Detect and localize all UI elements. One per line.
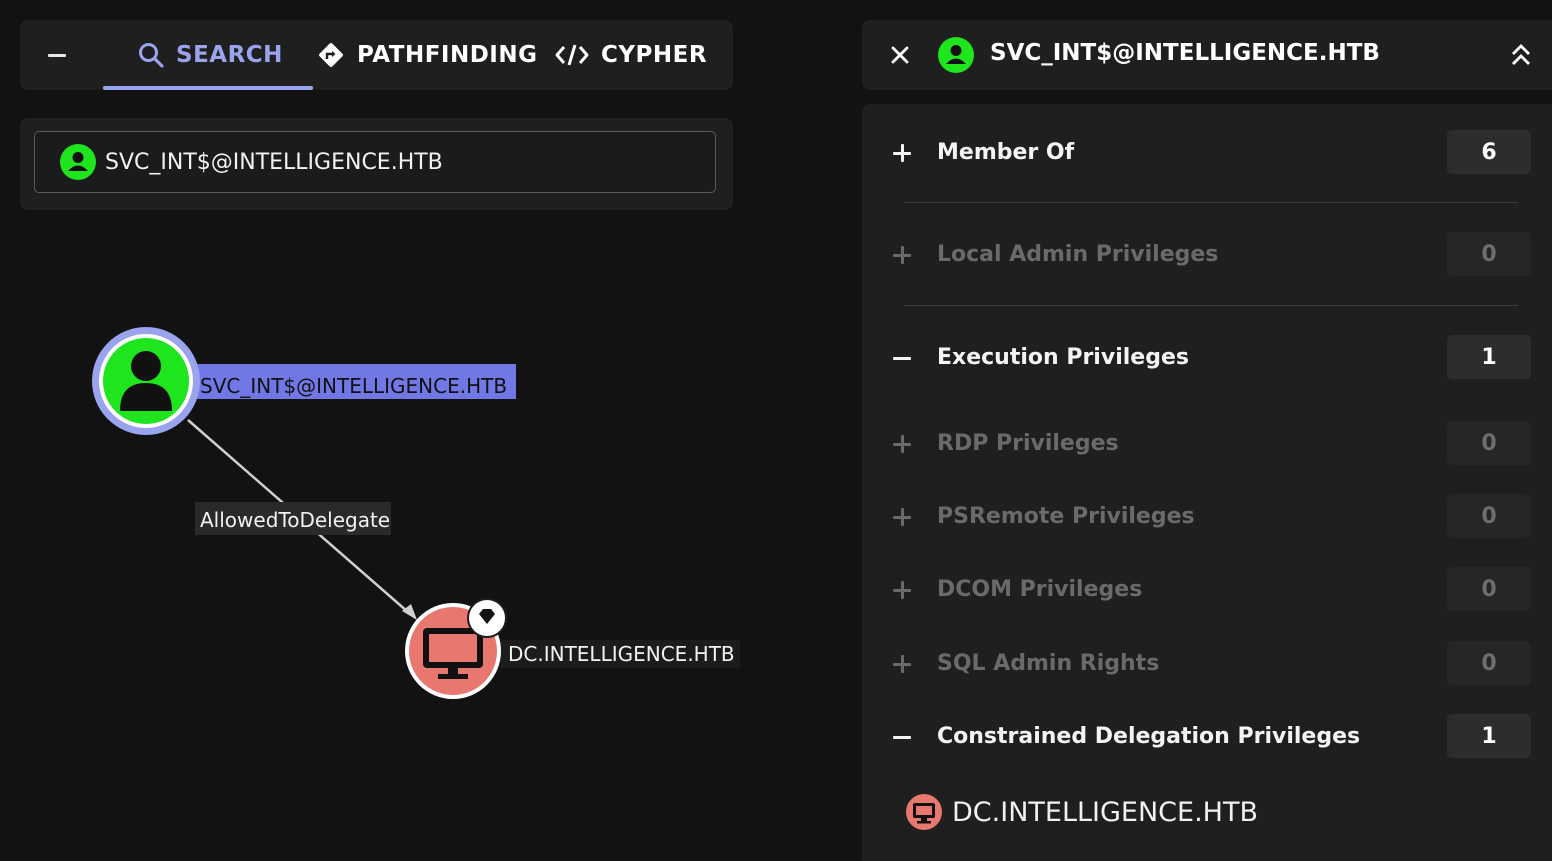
divider — [904, 305, 1518, 306]
tab-cypher[interactable]: CYPHER — [555, 20, 707, 90]
section-label: SQL Admin Rights — [937, 651, 1160, 676]
section-member-of[interactable]: Member Of 6 — [862, 130, 1552, 180]
section-dcom[interactable]: DCOM Privileges 0 — [862, 567, 1552, 617]
monitor-icon — [906, 794, 942, 830]
expand-icon — [892, 434, 912, 454]
result-item[interactable]: DC.INTELLIGENCE.HTB — [906, 794, 1258, 830]
section-sql-admin[interactable]: SQL Admin Rights 0 — [862, 641, 1552, 691]
result-item-label: DC.INTELLIGENCE.HTB — [952, 796, 1258, 828]
section-label: Local Admin Privileges — [937, 242, 1219, 267]
section-label: Execution Privileges — [937, 345, 1189, 370]
close-icon[interactable] — [890, 45, 910, 65]
tab-cypher-label: CYPHER — [601, 42, 708, 68]
expand-icon — [892, 654, 912, 674]
computer-node-label: DC.INTELLIGENCE.HTB — [508, 642, 735, 666]
section-local-admin[interactable]: Local Admin Privileges 0 — [862, 232, 1552, 282]
section-count: 0 — [1447, 421, 1531, 465]
double-chevron-up-icon[interactable] — [1510, 43, 1532, 67]
tab-search-label: SEARCH — [176, 42, 283, 68]
detail-title: SVC_INT$@INTELLIGENCE.HTB — [990, 40, 1380, 66]
detail-panel: Member Of 6 Local Admin Privileges 0 Exe… — [862, 104, 1552, 861]
tab-search[interactable]: SEARCH — [138, 20, 283, 90]
section-count: 0 — [1447, 232, 1531, 276]
tab-pathfinding[interactable]: PATHFINDING — [317, 20, 538, 90]
gem-icon — [467, 598, 507, 638]
section-constrained-delegation[interactable]: Constrained Delegation Privileges 1 — [862, 714, 1552, 764]
section-label: DCOM Privileges — [937, 577, 1143, 602]
search-input-value: SVC_INT$@INTELLIGENCE.HTB — [105, 149, 443, 175]
edge-label: AllowedToDelegate — [200, 508, 390, 532]
section-count: 6 — [1447, 130, 1531, 174]
section-count: 1 — [1447, 335, 1531, 379]
diamond-arrow-icon — [319, 43, 343, 67]
tab-pathfinding-label: PATHFINDING — [357, 42, 538, 68]
section-label: Constrained Delegation Privileges — [937, 724, 1361, 749]
search-input[interactable]: SVC_INT$@INTELLIGENCE.HTB — [34, 131, 716, 193]
user-node-label: SVC_INT$@INTELLIGENCE.HTB — [200, 374, 507, 398]
expand-icon — [892, 507, 912, 527]
section-label: RDP Privileges — [937, 431, 1119, 456]
expand-icon — [892, 580, 912, 600]
minus-icon[interactable] — [46, 42, 70, 68]
user-icon — [60, 144, 96, 180]
tab-bar: SEARCH PATHFINDING CYPHER — [20, 20, 733, 90]
graph-canvas[interactable]: AllowedToDelegate SVC_INT$@INTELLIGENCE.… — [0, 210, 860, 861]
computer-node[interactable]: DC.INTELLIGENCE.HTB — [405, 598, 740, 699]
search-panel: SVC_INT$@INTELLIGENCE.HTB — [20, 118, 733, 210]
detail-header: SVC_INT$@INTELLIGENCE.HTB — [862, 20, 1552, 90]
section-label: PSRemote Privileges — [937, 504, 1195, 529]
section-rdp[interactable]: RDP Privileges 0 — [862, 421, 1552, 471]
expand-icon — [892, 143, 912, 163]
section-label: Member Of — [937, 140, 1075, 165]
section-count: 0 — [1447, 567, 1531, 611]
collapse-icon — [892, 348, 912, 368]
section-count: 0 — [1447, 641, 1531, 685]
section-execution-privileges[interactable]: Execution Privileges 1 — [862, 335, 1552, 385]
search-icon — [139, 43, 164, 68]
expand-icon — [892, 245, 912, 265]
user-node[interactable]: SVC_INT$@INTELLIGENCE.HTB — [92, 327, 516, 435]
active-tab-indicator — [103, 86, 313, 90]
section-count: 1 — [1447, 714, 1531, 758]
section-count: 0 — [1447, 494, 1531, 538]
user-icon — [938, 37, 974, 73]
code-icon — [555, 44, 589, 66]
divider — [904, 202, 1518, 203]
section-psremote[interactable]: PSRemote Privileges 0 — [862, 494, 1552, 544]
collapse-icon — [892, 727, 912, 747]
